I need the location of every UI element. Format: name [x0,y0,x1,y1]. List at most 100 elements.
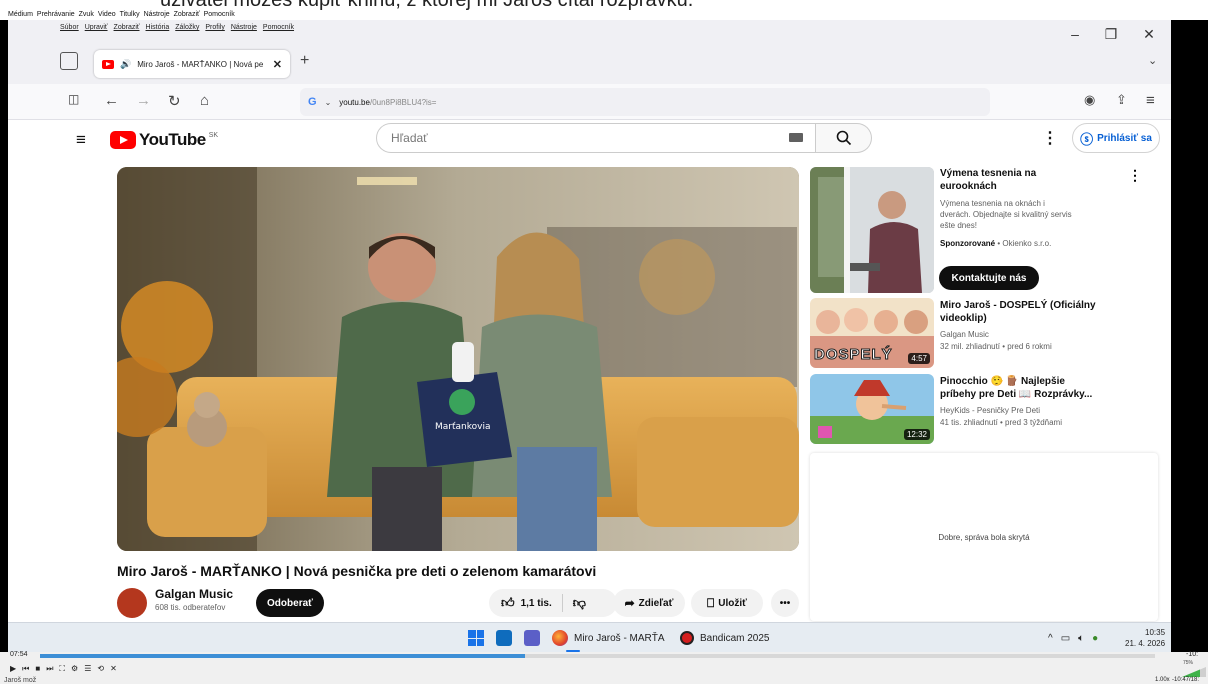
ad-title[interactable]: Výmena tesnenia na eurooknách [940,167,1120,193]
taskbar-firefox-label: Miro Jaroš - MARŤA [574,632,665,644]
volume-icon[interactable]: 🔈︎ [1078,633,1084,644]
previous-icon[interactable]: ⏮ [22,664,29,674]
firefox-icon [552,630,568,646]
vlc-menu-audio[interactable]: Zvuk [79,10,94,20]
back-arrow-icon[interactable]: ← [104,92,119,109]
vlc-menu-playback[interactable]: Prehrávanie [37,10,75,20]
teams-icon[interactable] [524,630,540,646]
new-tab-icon[interactable]: + [300,52,309,70]
ff-menu-profiles[interactable]: Profily [205,24,224,31]
video2-channel[interactable]: HeyKids - Pesničky Pre Deti [940,405,1040,416]
reload-icon[interactable]: ↻ [168,92,181,110]
speaker-icon[interactable]: 🔊 [120,59,131,70]
vlc-menu-video[interactable]: Video [98,10,116,20]
search-icon [836,130,851,146]
video2-meta: 41 tis. zhliadnutí • pred 3 týždňami [940,418,1062,427]
browser-screen: Súbor Upraviť Zobraziť História Záložky … [8,20,1171,652]
sponsored-label: Sponzorované [940,239,996,248]
share-button[interactable]: ➦ Zdieľať [613,589,685,617]
search-input[interactable]: Hľadať [376,123,816,153]
ff-menu-tools[interactable]: Nástroje [231,24,257,31]
tab-list-icon[interactable] [60,52,78,70]
ff-menu-bookmarks[interactable]: Záložky [175,24,199,31]
windows-start-icon[interactable] [468,630,484,646]
ff-menu-edit[interactable]: Upraviť [85,24,108,31]
network-icon[interactable]: ▭ [1061,633,1070,644]
url-bar[interactable]: G ⌄ youtu.be/0un8Pi8BLU4?is= [300,88,990,116]
taskbar-firefox[interactable]: Miro Jaroš - MARŤA [552,627,665,649]
vlc-menu-subtitles[interactable]: Titulky [120,10,140,20]
extensions-icon[interactable]: ⇪ [1116,92,1127,108]
ad-thumbnail-image [810,167,934,293]
ad-more-options-icon[interactable]: ⋮ [1128,167,1142,184]
tab-active[interactable]: 🔊 Miro Jaroš - MARŤANKO | Nová pe ✕ [94,50,290,78]
navigation-bar: ◫ ← → ↻ ⌂ G ⌄ youtu.be/0un8Pi8BLU4?is= ◉… [8,84,1171,120]
list-all-tabs-chevron-icon[interactable]: ⌄ [1148,54,1157,67]
ff-menu-help[interactable]: Pomocník [263,24,294,31]
user-circle-icon: ⓢ [1080,131,1094,147]
video-title-pinocchio[interactable]: Pinocchio 🤥 🪵 Najlepšie príbehy pre Deti… [940,375,1140,401]
playlist-icon[interactable]: ☰ [84,664,91,674]
tab-close-icon[interactable]: ✕ [273,58,282,71]
engine-chevron-icon[interactable]: ⌄ [325,98,332,107]
vlc-menu-tools[interactable]: Nástroje [144,10,170,20]
extended-settings-icon[interactable]: ⚙ [71,664,78,674]
ad-title-line1: Výmena tesnenia na [940,168,1037,179]
video-thumbnail-dospely[interactable]: DOSPELÝ 4:57 [810,298,934,368]
channel-name[interactable]: Galgan Music [155,587,233,601]
vlc-elapsed-time: 07:54 [10,651,28,658]
youtube-logo-text: YouTube [139,130,206,149]
forward-arrow-icon[interactable]: → [136,92,151,109]
tray-chevron-icon[interactable]: ^ [1048,633,1053,644]
dislike-icon[interactable]: 👎︎ [573,595,586,611]
vlc-menu-help[interactable]: Pomocník [204,10,235,20]
ad-title-line2: eurooknách [940,181,997,192]
app-menu-icon[interactable]: ≡ [1146,92,1155,109]
play-icon[interactable]: ▶ [10,664,16,674]
video1-channel[interactable]: Galgan Music [940,329,989,340]
video-duration: 12:32 [903,429,930,440]
more-options-icon[interactable]: ⋮ [1042,128,1058,148]
youtube-logo[interactable]: YouTube SK [110,130,218,150]
save-button[interactable]: ⎕ Uložiť [691,589,763,617]
video-thumbnail-pinocchio[interactable]: 12:32 [810,374,934,444]
like-icon[interactable]: 👍︎ [501,595,515,611]
sign-in-button[interactable]: ⓢ Prihlásiť sa [1072,123,1160,153]
ad-sponsor-line: Sponzorované • Okienko s.r.o. [940,239,1052,248]
tab-title: Miro Jaroš - MARŤANKO | Nová pe [137,59,264,69]
tab-bar: 🔊 Miro Jaroš - MARŤANKO | Nová pe ✕ + ⌄ [8,40,1171,84]
vlc-menu-medium[interactable]: Médium [8,10,33,20]
sidebar-toggle-icon[interactable]: ◫ [68,92,79,106]
ff-menu-file[interactable]: Súbor [60,24,79,31]
shuffle-icon[interactable]: ✕ [110,664,117,674]
hamburger-menu-icon[interactable]: ≡ [76,130,86,150]
search-button[interactable] [816,123,872,153]
video-player[interactable]: Marťankovia [117,167,799,551]
outlook-icon[interactable] [496,630,512,646]
channel-avatar[interactable] [117,588,147,618]
ff-menu-view[interactable]: Zobraziť [114,24,140,31]
stop-icon[interactable]: ■ [35,664,40,674]
ad-thumbnail[interactable] [810,167,934,293]
tray-app-icon[interactable]: ● [1092,633,1098,644]
ff-menu-history[interactable]: História [146,24,170,31]
vlc-speed[interactable]: 1.00x [1155,677,1170,683]
fullscreen-icon[interactable]: ⛶ [59,664,65,674]
url-host: youtu.be [339,97,370,107]
vlc-time-total[interactable]: -10:47/18: [1172,677,1199,683]
taskbar-clock[interactable]: 10:35 21. 4. 2026 [1125,627,1165,649]
video-title-dospely[interactable]: Miro Jaroš - DOSPELÝ (Oficiálny videokli… [940,299,1130,325]
contact-us-button[interactable]: Kontaktujte nás [939,266,1039,290]
more-actions-button[interactable]: ••• [771,589,799,617]
account-icon[interactable]: ◉ [1084,92,1095,108]
subscribe-button[interactable]: Odoberať [256,589,324,617]
vlc-menu-view[interactable]: Zobraziť [174,10,200,20]
video1-meta: 32 mil. zhliadnutí • pred 6 rokmi [940,342,1052,351]
keyboard-icon[interactable] [789,133,803,142]
taskbar-bandicam[interactable]: Bandicam 2025 [680,627,770,649]
next-icon[interactable]: ⏭ [46,664,53,674]
home-icon[interactable]: ⌂ [200,92,209,109]
loop-icon[interactable]: ⟲ [97,664,104,674]
like-count[interactable]: 1,1 tis. [521,598,552,609]
google-search-engine-icon[interactable]: G [308,96,317,108]
